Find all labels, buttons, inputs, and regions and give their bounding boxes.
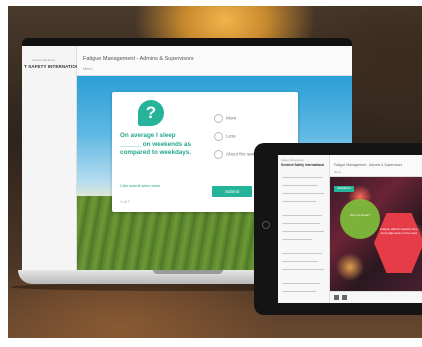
tablet-header: Fatigue Management - Admins & Supervisor…	[330, 155, 422, 177]
tablet-device: Fatigue Management Sentient Safety Inter…	[254, 143, 422, 315]
tablet-menu-link[interactable]: Menu	[334, 170, 341, 174]
sidebar-text-line	[282, 269, 324, 270]
radio-icon[interactable]	[214, 132, 223, 141]
question-mark-icon: ?	[138, 100, 164, 126]
player-controls	[330, 291, 422, 303]
quiz-hint-link[interactable]: Click submit when done	[120, 184, 160, 188]
submit-button[interactable]: Submit	[212, 186, 252, 197]
bottom-border	[0, 338, 422, 347]
option-label: More	[226, 115, 237, 121]
sidebar-text-line	[282, 215, 322, 216]
option-about-same[interactable]: About the same	[214, 150, 258, 159]
feedback-button[interactable]: FEEDBACK	[334, 186, 354, 192]
quiz-question: On average I sleep ______ on weekends as…	[120, 132, 192, 156]
sidebar-text-line	[282, 193, 324, 194]
left-border	[0, 0, 8, 347]
course-title: Fatigue Management - Admins & Supervisor…	[83, 56, 194, 62]
alert-hexagon	[374, 213, 422, 273]
tablet-sidebar: Fatigue Management Sentient Safety Inter…	[278, 155, 330, 303]
sidebar-text-line	[282, 223, 320, 224]
sidebar-text-line	[282, 291, 316, 292]
sidebar-text-line	[282, 239, 312, 240]
sidebar-text-line	[282, 261, 318, 262]
alert-hexagon-text: Fatigue affects reaction time and judgem…	[380, 227, 418, 235]
info-bubble-text: Did you know?	[350, 213, 370, 217]
tablet-slide: FEEDBACK Did you know? Fatigue affects r…	[330, 177, 422, 291]
radio-icon[interactable]	[214, 150, 223, 159]
option-more[interactable]: More	[214, 114, 236, 123]
sidebar-text-line	[282, 231, 324, 232]
sidebar-logo-subtitle: Seeing Machines	[32, 58, 56, 62]
laptop-sidebar: Seeing Machines T SAFETY INTERNATIONAL	[22, 46, 85, 270]
sidebar-text-line	[282, 185, 318, 186]
pause-icon[interactable]	[342, 295, 347, 300]
option-less[interactable]: Less	[214, 132, 236, 141]
sidebar-text-line	[282, 177, 322, 178]
radio-icon[interactable]	[214, 114, 223, 123]
sidebar-text-line	[282, 201, 316, 202]
menu-link[interactable]: Menu	[83, 67, 93, 71]
laptop-notch	[153, 270, 223, 274]
tablet-screen: Fatigue Management Sentient Safety Inter…	[278, 155, 422, 303]
home-button-icon[interactable]	[262, 221, 270, 229]
tablet-logo[interactable]: Sentient Safety International	[281, 163, 324, 167]
sidebar-text-line	[282, 283, 320, 284]
tablet-course-title: Fatigue Management - Admins & Supervisor…	[334, 163, 403, 167]
tablet-logo-subtitle: Fatigue Management	[281, 159, 304, 162]
play-icon[interactable]	[334, 295, 339, 300]
laptop-header: Fatigue Management - Admins & Supervisor…	[77, 46, 352, 76]
sidebar-text-line	[282, 253, 322, 254]
top-border	[0, 0, 422, 6]
option-label: Less	[226, 133, 236, 139]
quiz-counter: 1 of 7	[120, 199, 131, 204]
info-bubble	[340, 199, 380, 239]
